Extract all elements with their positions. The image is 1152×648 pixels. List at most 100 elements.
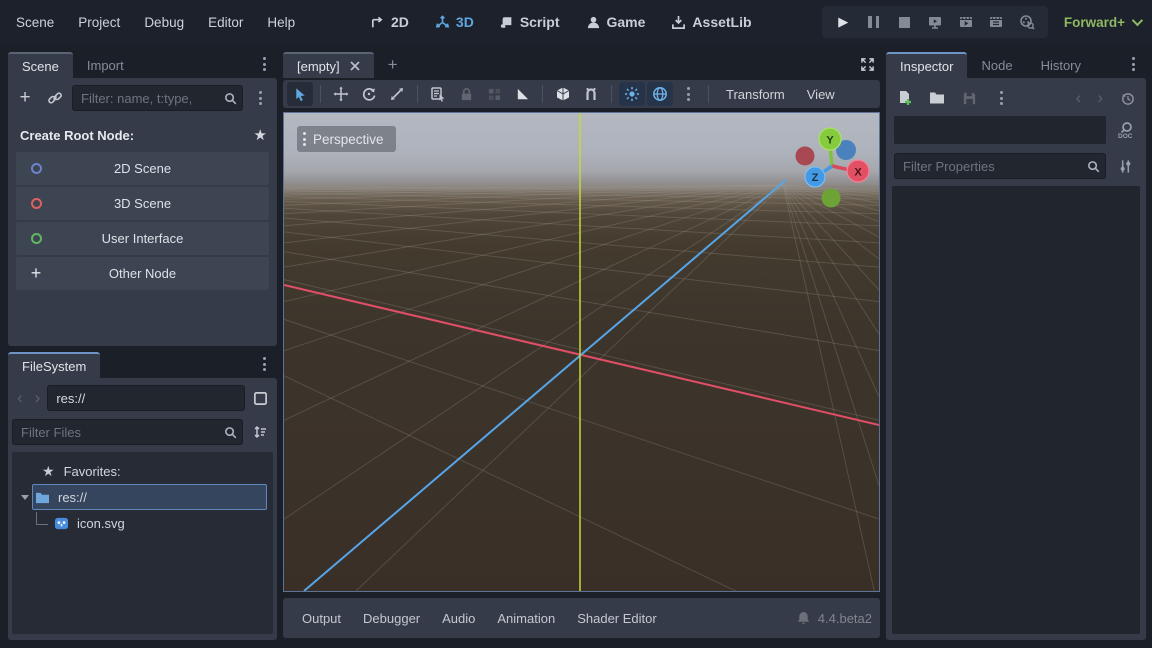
ruler-tool-button[interactable] [509, 82, 535, 106]
tree-row-res[interactable]: res:// [12, 484, 273, 510]
search-docs-button[interactable]: DOC [1112, 118, 1138, 142]
pause-button[interactable] [861, 10, 887, 34]
toggle-split-mode-button[interactable] [247, 386, 273, 410]
bottom-tab-animation[interactable]: Animation [486, 611, 566, 626]
bottom-tab-shader-editor[interactable]: Shader Editor [566, 611, 668, 626]
renderer-selector[interactable]: Forward+ [1064, 0, 1140, 44]
filter-files-input[interactable] [12, 419, 243, 445]
chevron-down-icon[interactable] [21, 495, 29, 500]
create-user-interface-button[interactable]: User Interface [16, 222, 269, 255]
snap-toggle-button[interactable] [578, 82, 604, 106]
tree-row-icon-svg[interactable]: icon.svg [12, 510, 273, 536]
menu-project[interactable]: Project [66, 15, 132, 30]
file-sort-button[interactable] [247, 420, 273, 444]
tab-inspector[interactable]: Inspector [886, 52, 967, 78]
lock-selected-button[interactable] [453, 82, 479, 106]
axis-neg-x-ball[interactable] [796, 147, 815, 166]
expand-viewport-button[interactable] [854, 52, 880, 76]
workspace-game-button[interactable]: Game [578, 14, 654, 30]
scene-tab-empty[interactable]: [empty] [283, 52, 374, 78]
tab-scene[interactable]: Scene [8, 52, 73, 78]
menu-editor[interactable]: Editor [196, 15, 255, 30]
notification-bell-icon[interactable] [797, 611, 810, 625]
play-button[interactable]: ▶ [830, 10, 856, 34]
projection-menu[interactable]: Perspective [297, 126, 396, 152]
create-2d-scene-button[interactable]: 2D Scene [16, 152, 269, 185]
axis-gizmo[interactable]: Z Y X [790, 124, 874, 208]
kebab-menu-icon [687, 87, 690, 101]
selection-list-button[interactable] [425, 82, 451, 106]
close-icon[interactable] [350, 61, 360, 71]
history-back-button[interactable]: ‹ [1071, 88, 1087, 108]
bottom-tab-audio[interactable]: Audio [431, 611, 486, 626]
resource-extra-menu-button[interactable] [988, 86, 1014, 110]
workspace-switcher: 2D 3D Script Game AssetLib [362, 0, 760, 44]
cube-icon [555, 86, 571, 102]
bottom-tab-output[interactable]: Output [291, 611, 352, 626]
select-tool-button[interactable] [287, 82, 313, 106]
new-scene-tab-button[interactable]: + [374, 52, 412, 78]
history-forward-button[interactable]: › [1092, 88, 1108, 108]
resource-path-field[interactable] [47, 385, 245, 411]
workspace-assetlib-button[interactable]: AssetLib [663, 14, 759, 30]
instantiate-scene-button[interactable] [42, 86, 68, 110]
property-name-style-button[interactable] [1112, 154, 1138, 178]
play-icon: ▶ [838, 14, 848, 30]
sun-environment-settings-button[interactable] [675, 82, 701, 106]
transform-menu[interactable]: Transform [716, 87, 795, 102]
add-node-button[interactable]: + [12, 86, 38, 110]
viewport-3d[interactable]: Perspective Z Y X [283, 112, 880, 592]
preview-sun-button[interactable] [619, 82, 645, 106]
move-tool-button[interactable] [328, 82, 354, 106]
ruler-icon [515, 87, 530, 102]
tab-import[interactable]: Import [73, 52, 138, 78]
workspace-game-label: Game [607, 14, 646, 30]
axis-x-label: X [854, 167, 862, 179]
workspace-script-button[interactable]: Script [492, 14, 568, 30]
bottom-tab-debugger[interactable]: Debugger [352, 611, 431, 626]
tab-filesystem[interactable]: FileSystem [8, 352, 100, 378]
sort-icon [252, 424, 268, 440]
workspace-2d-button[interactable]: 2D [362, 14, 417, 30]
scene-tree-menu-button[interactable] [247, 86, 273, 110]
workspace-3d-button[interactable]: 3D [427, 14, 482, 30]
preview-environment-button[interactable] [647, 82, 673, 106]
tab-history[interactable]: History [1027, 52, 1095, 78]
stop-button[interactable] [891, 10, 917, 34]
group-selected-button[interactable] [481, 82, 507, 106]
play-custom-scene-button[interactable] [983, 10, 1009, 34]
favorites-header[interactable]: ★ Favorites: [12, 458, 273, 484]
nav-forward-button[interactable]: › [30, 388, 46, 408]
history-list-button[interactable] [1114, 86, 1140, 110]
scene-dock-menu-button[interactable] [251, 52, 277, 76]
axis-z-label: Z [812, 172, 819, 184]
save-resource-button[interactable] [956, 86, 982, 110]
menu-help[interactable]: Help [255, 15, 307, 30]
kebab-menu-icon [303, 132, 306, 146]
use-local-space-button[interactable] [550, 82, 576, 106]
pause-icon [868, 16, 872, 28]
new-resource-button[interactable] [892, 86, 918, 110]
view-menu[interactable]: View [797, 87, 845, 102]
filesystem-menu-button[interactable] [251, 352, 277, 376]
filter-properties-input[interactable] [894, 153, 1106, 179]
menu-debug[interactable]: Debug [132, 15, 196, 30]
rotate-tool-button[interactable] [356, 82, 382, 106]
movie-maker-button[interactable] [1014, 10, 1040, 34]
inspector-dock-menu-button[interactable] [1120, 52, 1146, 76]
nav-back-button[interactable]: ‹ [12, 388, 28, 408]
tab-node[interactable]: Node [967, 52, 1026, 78]
scene-filter-input[interactable] [72, 85, 243, 111]
rotate-icon [361, 86, 377, 102]
file-plus-icon [897, 90, 913, 106]
play-scene-button[interactable] [953, 10, 979, 34]
axis-neg-y-ball[interactable] [822, 189, 841, 208]
load-resource-button[interactable] [924, 86, 950, 110]
create-3d-scene-button[interactable]: 3D Scene [16, 187, 269, 220]
scale-tool-button[interactable] [384, 82, 410, 106]
kebab-menu-icon [1000, 91, 1003, 105]
menu-scene[interactable]: Scene [4, 15, 66, 30]
favorites-star-icon[interactable]: ★ [254, 126, 267, 144]
remote-debug-button[interactable] [922, 10, 948, 34]
create-other-node-button[interactable]: + Other Node [16, 257, 269, 290]
